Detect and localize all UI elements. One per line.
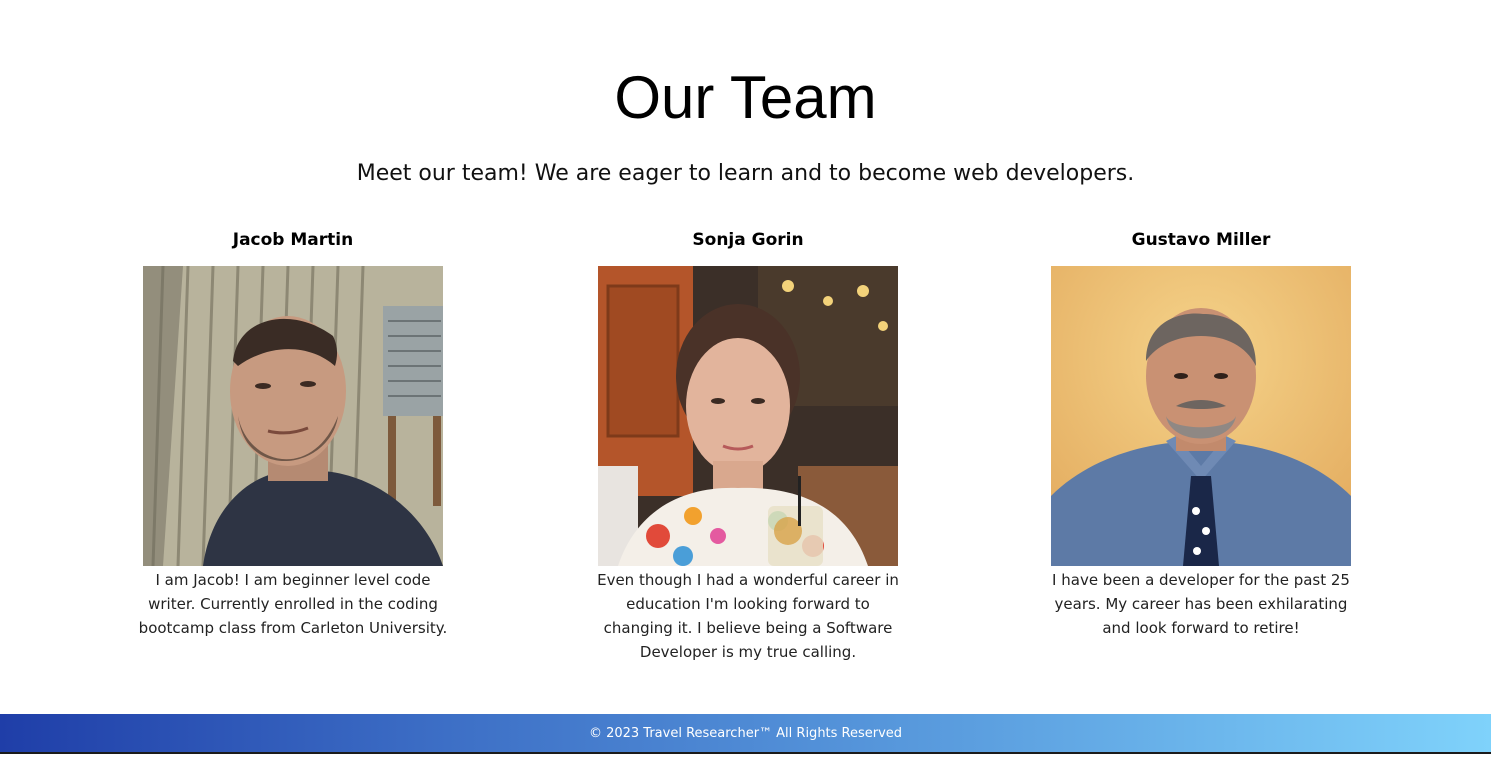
page-subtitle: Meet our team! We are eager to learn and… xyxy=(356,161,1135,186)
member-name: Sonja Gorin xyxy=(692,230,804,250)
team-page: Our Team Meet our team! We are eager to … xyxy=(0,0,1491,759)
footer-copyright: © 2023 Travel Researcher™ All Rights Res… xyxy=(588,726,903,741)
member-photo xyxy=(1051,266,1351,566)
member-name: Jacob Martin xyxy=(232,230,354,250)
member-photo xyxy=(598,266,898,566)
member-bio: I am Jacob! I am beginner level code wri… xyxy=(138,571,448,637)
site-footer: © 2023 Travel Researcher™ All Rights Res… xyxy=(0,714,1491,754)
member-name: Gustavo Miller xyxy=(1131,230,1271,250)
team-member-card: Jacob Martin I am Jacob! I am beginner l… xyxy=(133,228,453,640)
member-bio: I have been a developer for the past 25 … xyxy=(1052,571,1350,637)
team-member-card: Gustavo Miller I have been a developer f… xyxy=(1041,228,1361,640)
member-bio: Even though I had a wonderful career in … xyxy=(597,571,899,661)
page-title: Our Team xyxy=(614,64,877,131)
team-member-card: Sonja Gorin Even though I had a wonderfu… xyxy=(588,228,908,664)
member-photo xyxy=(143,266,443,566)
